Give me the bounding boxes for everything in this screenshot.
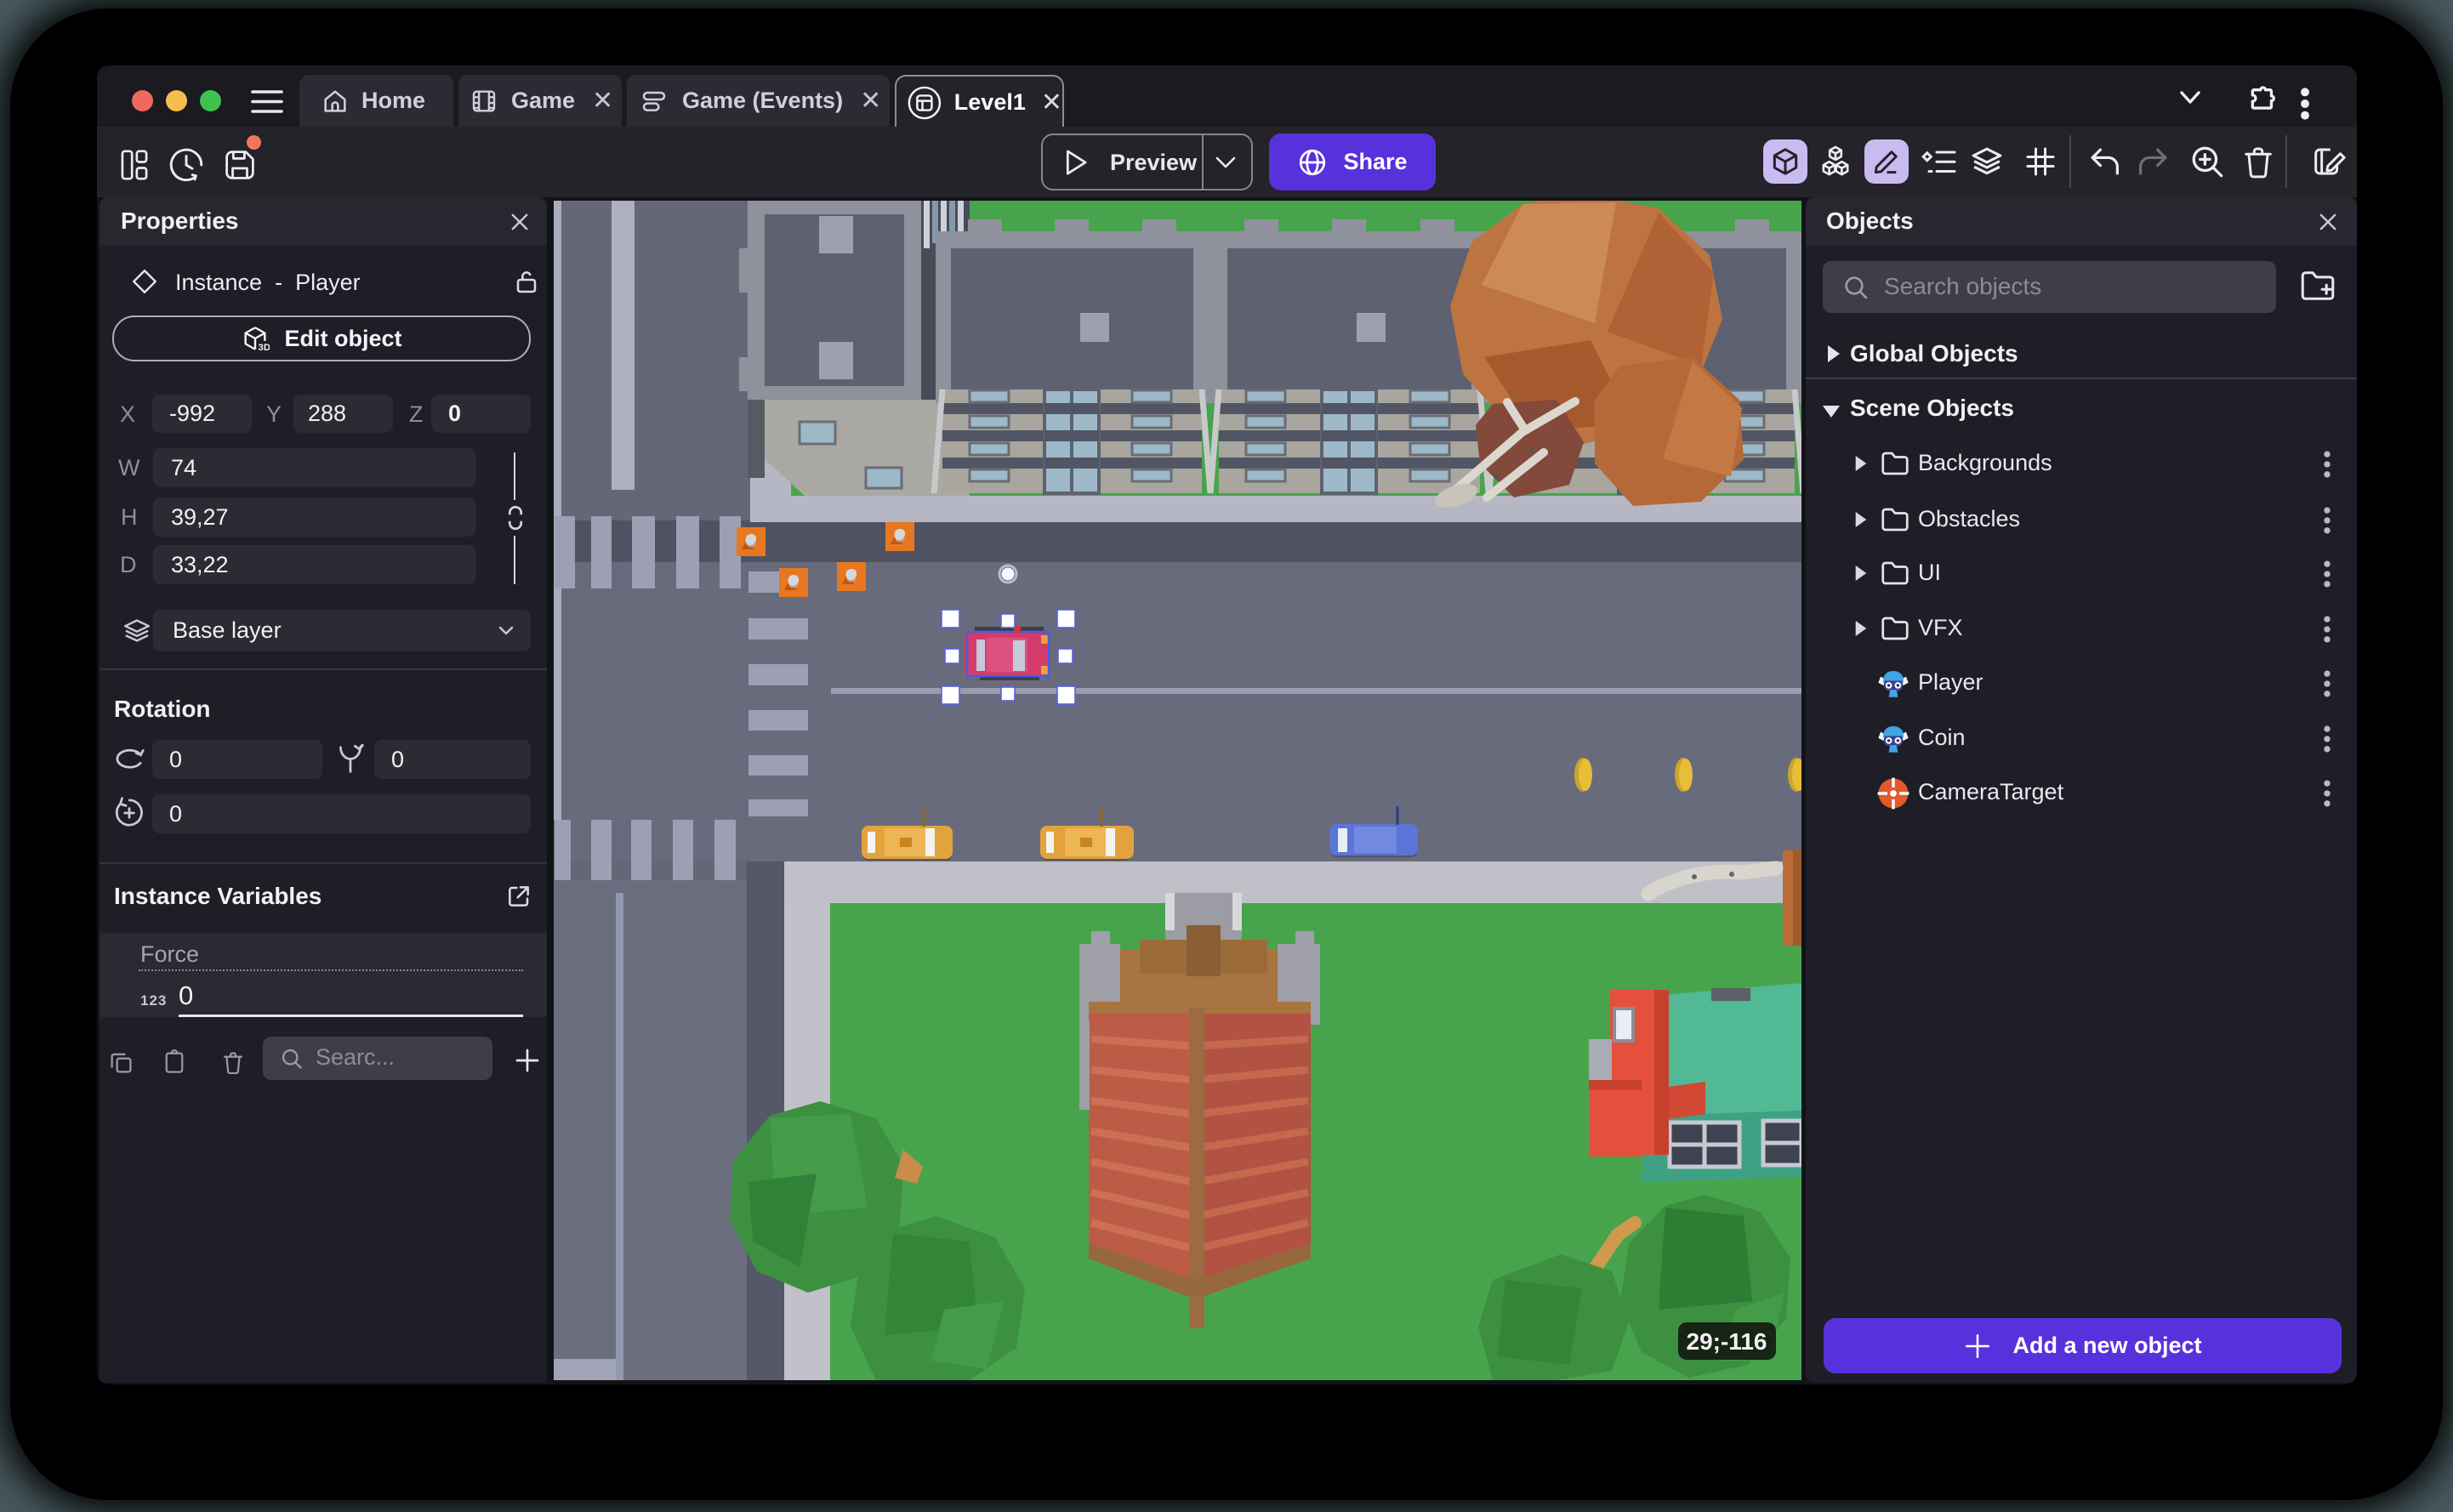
svg-text:3D: 3D bbox=[259, 343, 270, 353]
svg-text:29;-116: 29;-116 bbox=[1687, 1328, 1767, 1355]
